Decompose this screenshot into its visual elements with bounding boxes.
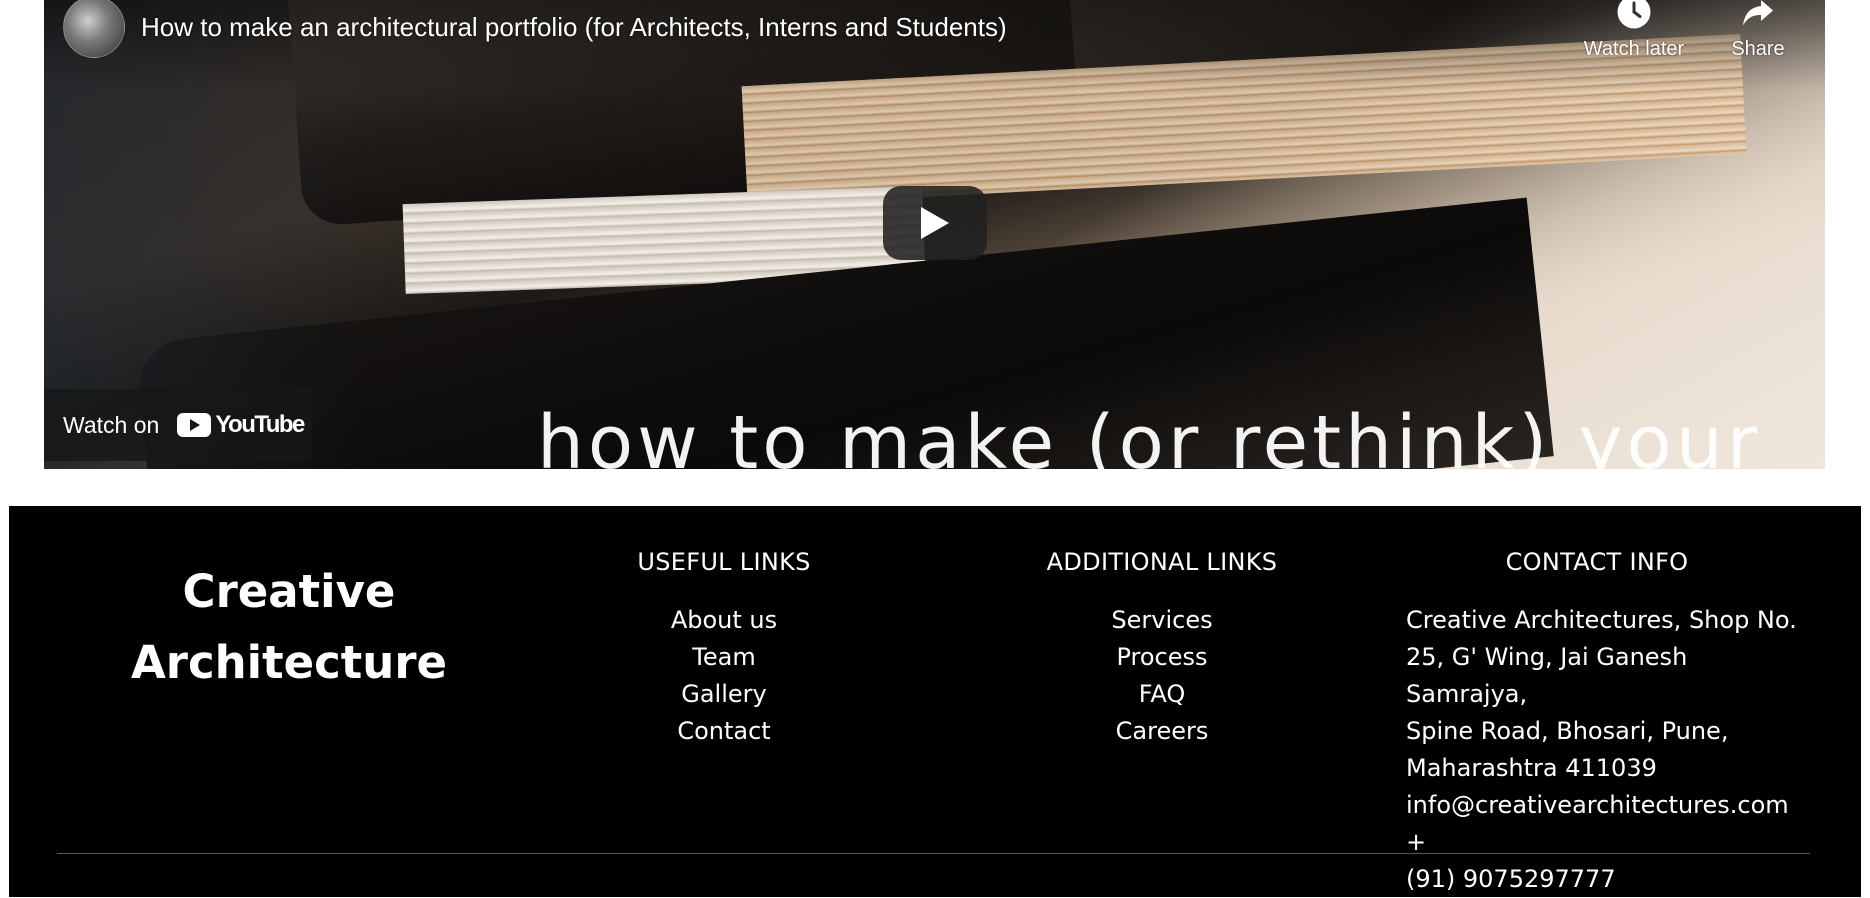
- footer-link-faq[interactable]: FAQ: [977, 676, 1347, 713]
- footer-link-contact[interactable]: Contact: [539, 713, 909, 750]
- clock-icon: [1617, 0, 1651, 29]
- site-footer: Creative Architecture USEFUL LINKS About…: [9, 506, 1861, 897]
- watch-on-youtube-button[interactable]: Watch on YouTube: [44, 389, 312, 461]
- video-overlay-text: how to make (or rethink) your: [537, 400, 1762, 469]
- contact-line: Creative Architectures, Shop No.: [1406, 606, 1797, 634]
- contact-line: Maharashtra 411039: [1406, 754, 1657, 782]
- watch-later-button[interactable]: Watch later: [1574, 0, 1694, 61]
- youtube-video-embed[interactable]: how to make (or rethink) your How to mak…: [44, 0, 1825, 469]
- useful-links-column: USEFUL LINKS About us Team Gallery Conta…: [539, 548, 909, 750]
- play-button[interactable]: [883, 186, 987, 260]
- video-title[interactable]: How to make an architectural portfolio (…: [141, 12, 1007, 43]
- footer-link-team[interactable]: Team: [539, 639, 909, 676]
- footer-link-about-us[interactable]: About us: [539, 602, 909, 639]
- share-arrow-icon: [1743, 0, 1773, 26]
- footer-link-careers[interactable]: Careers: [977, 713, 1347, 750]
- additional-links-heading: ADDITIONAL LINKS: [1046, 548, 1278, 576]
- youtube-logo-icon: [177, 413, 212, 437]
- footer-brand: Creative Architecture: [69, 556, 509, 698]
- contact-info-heading: CONTACT INFO: [1505, 548, 1689, 576]
- share-button[interactable]: Share: [1718, 0, 1798, 61]
- youtube-logo: YouTube: [177, 411, 305, 439]
- footer-link-gallery[interactable]: Gallery: [539, 676, 909, 713]
- footer-link-process[interactable]: Process: [977, 639, 1347, 676]
- footer-brand-line1: Creative: [182, 565, 396, 618]
- watch-on-label: Watch on: [63, 411, 160, 438]
- contact-line: Spine Road, Bhosari, Pune,: [1406, 717, 1729, 745]
- share-label: Share: [1731, 38, 1785, 60]
- footer-link-services[interactable]: Services: [977, 602, 1347, 639]
- contact-email-line[interactable]: info@creativearchitectures.com +: [1406, 787, 1803, 861]
- useful-links-heading: USEFUL LINKS: [637, 548, 811, 576]
- play-icon: [921, 207, 949, 239]
- contact-line: 25, G' Wing, Jai Ganesh Samrajya,: [1406, 643, 1688, 708]
- footer-divider: [57, 853, 1810, 854]
- watch-later-label: Watch later: [1583, 38, 1685, 60]
- contact-info-column: CONTACT INFO Creative Architectures, Sho…: [1387, 548, 1807, 898]
- contact-phone-line[interactable]: (91) 9075297777: [1406, 861, 1803, 898]
- footer-brand-line2: Architecture: [130, 636, 448, 689]
- youtube-wordmark: YouTube: [215, 411, 305, 438]
- additional-links-column: ADDITIONAL LINKS Services Process FAQ Ca…: [977, 548, 1347, 750]
